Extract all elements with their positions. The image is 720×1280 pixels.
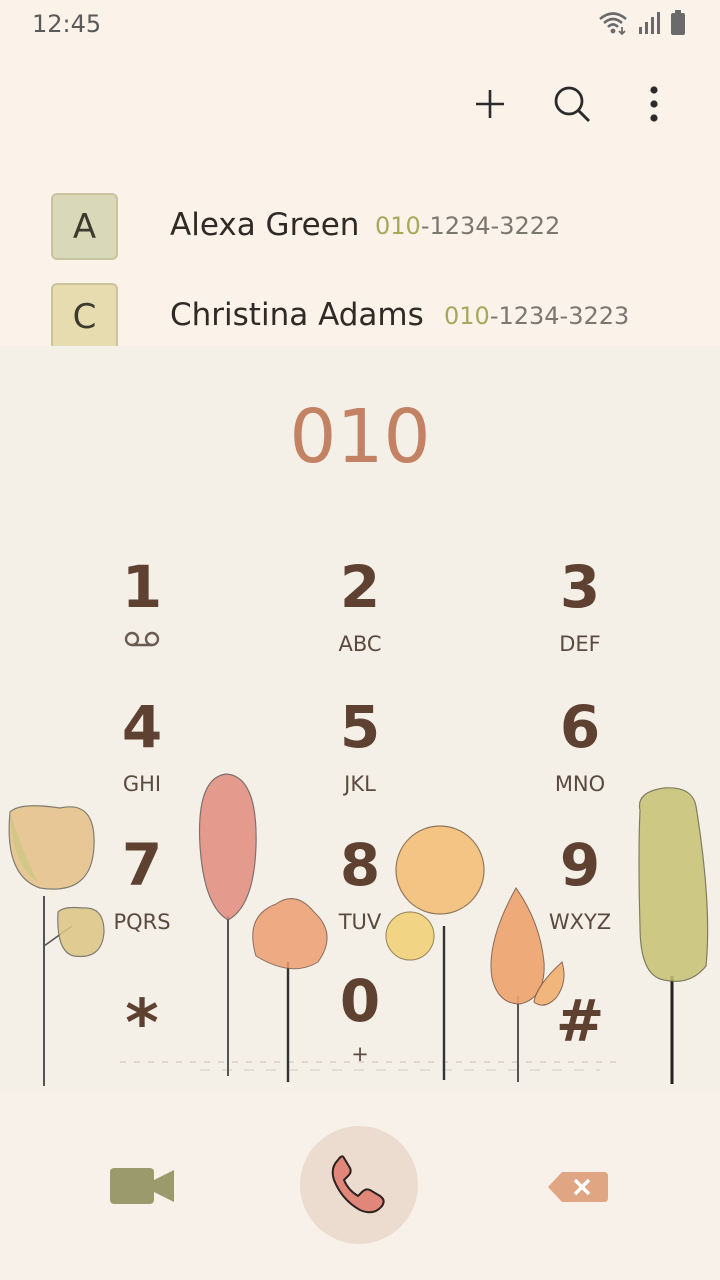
dialed-number-display[interactable]: 010 bbox=[0, 394, 720, 480]
contact-number: 010-1234-3222 bbox=[375, 212, 560, 240]
key-letters: ABC bbox=[338, 632, 382, 656]
key-letters: DEF bbox=[559, 632, 601, 656]
key-digit: 4 bbox=[121, 693, 163, 761]
key-letters: GHI bbox=[122, 772, 162, 796]
video-call-icon[interactable] bbox=[106, 1164, 178, 1208]
key-digit: # bbox=[555, 987, 605, 1055]
bottom-call-bar bbox=[0, 1092, 720, 1280]
key-digit: 0 bbox=[339, 967, 381, 1035]
contact-name: Christina Adams bbox=[170, 297, 424, 333]
number-match: 010 bbox=[444, 302, 490, 330]
more-vertical-icon bbox=[650, 86, 658, 122]
battery-icon bbox=[671, 10, 685, 35]
key-digit: 9 bbox=[559, 831, 601, 899]
more-options-button[interactable] bbox=[634, 82, 674, 126]
key-letters: + bbox=[351, 1042, 369, 1066]
key-3[interactable]: 3 DEF bbox=[490, 558, 670, 678]
phone-call-icon bbox=[331, 1155, 385, 1214]
number-rest: -1234-3223 bbox=[489, 302, 630, 330]
key-letters: WXYZ bbox=[548, 910, 612, 934]
voicemail-icon bbox=[124, 631, 160, 647]
key-6[interactable]: 6 MNO bbox=[490, 698, 670, 818]
key-digit: 5 bbox=[339, 693, 381, 761]
call-button[interactable] bbox=[300, 1126, 418, 1244]
key-digit: 2 bbox=[339, 553, 381, 621]
key-4[interactable]: 4 GHI bbox=[52, 698, 232, 818]
avatar: A bbox=[51, 193, 118, 260]
contact-name: Alexa Green bbox=[170, 207, 360, 243]
key-digit: 3 bbox=[559, 553, 601, 621]
number-rest: -1234-3222 bbox=[420, 212, 561, 240]
search-icon bbox=[554, 86, 591, 123]
key-0[interactable]: 0 + bbox=[270, 972, 450, 1092]
key-letters: PQRS bbox=[113, 910, 171, 934]
search-button[interactable] bbox=[552, 82, 592, 126]
key-9[interactable]: 9 WXYZ bbox=[490, 836, 670, 956]
key-digit: 7 bbox=[121, 831, 163, 899]
avatar: C bbox=[51, 283, 118, 346]
key-letters: TUV bbox=[338, 910, 382, 934]
add-contact-button[interactable] bbox=[470, 82, 510, 126]
key-star[interactable]: * bbox=[52, 992, 232, 1092]
key-hash[interactable]: # bbox=[490, 992, 670, 1092]
wifi-icon bbox=[599, 12, 627, 36]
key-7[interactable]: 7 PQRS bbox=[52, 836, 232, 956]
top-action-bar bbox=[470, 82, 674, 126]
number-match: 010 bbox=[375, 212, 421, 240]
contact-suggestions: A Alexa Green 010-1234-3222 C Christina … bbox=[0, 180, 720, 346]
key-digit: 6 bbox=[559, 693, 601, 761]
key-letters: MNO bbox=[554, 772, 606, 796]
plus-icon bbox=[476, 90, 504, 118]
contact-number: 010-1234-3223 bbox=[444, 302, 629, 330]
key-digit: * bbox=[125, 987, 159, 1061]
contact-row[interactable]: A Alexa Green 010-1234-3222 bbox=[0, 180, 720, 270]
status-icons bbox=[598, 10, 686, 36]
key-digit: 1 bbox=[121, 553, 163, 621]
key-1[interactable]: 1 bbox=[52, 558, 232, 678]
signal-icon bbox=[639, 12, 660, 34]
key-5[interactable]: 5 JKL bbox=[270, 698, 450, 818]
backspace-icon[interactable] bbox=[548, 1170, 608, 1204]
contact-row[interactable]: C Christina Adams 010-1234-3223 bbox=[0, 270, 720, 346]
key-digit: 8 bbox=[339, 831, 381, 899]
key-8[interactable]: 8 TUV bbox=[270, 836, 450, 956]
status-bar: 12:45 bbox=[0, 0, 720, 52]
key-2[interactable]: 2 ABC bbox=[270, 558, 450, 678]
key-letters: JKL bbox=[344, 772, 376, 796]
dialpad-area: 010 1 2 ABC 3 DEF 4 GHI 5 JKL 6 MNO 7 PQ… bbox=[0, 346, 720, 1092]
status-time: 12:45 bbox=[32, 10, 102, 38]
